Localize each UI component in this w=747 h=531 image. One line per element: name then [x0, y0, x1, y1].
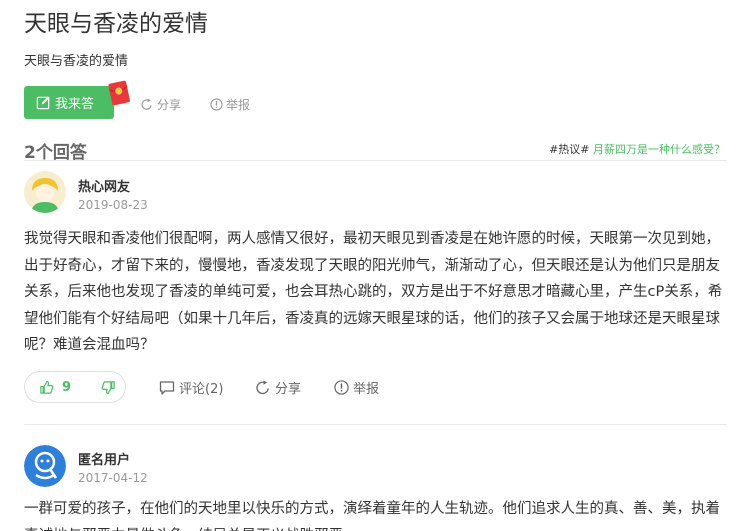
red-envelope-icon[interactable] [106, 78, 132, 106]
answer-button-label: 我来答 [55, 97, 95, 112]
share-icon [256, 380, 271, 395]
avatar[interactable] [24, 171, 66, 213]
answer-share-label: 分享 [275, 382, 302, 397]
answer-2-username[interactable]: 匿名用户 [78, 449, 130, 468]
comment-label: 评论(2) [179, 382, 224, 397]
question-title: 天眼与香凌的爱情 [24, 11, 208, 37]
answer-2-text: 一群可爱的孩子，在他们的天地里以快乐的方式，演绎着童年的人生轨迹。他们追求人生的… [24, 501, 720, 531]
report-icon [334, 380, 349, 395]
answer-1-date: 2019-08-23 [78, 198, 148, 212]
like-count: 9 [62, 379, 72, 395]
question-report-button[interactable]: 举报 [210, 96, 250, 113]
answer-share-button[interactable]: 分享 [256, 378, 301, 397]
answer-1-text: 我觉得天眼和香凌他们很配啊，两人感情又很好，最初天眼见到香凌是在她许愿的时候，天… [24, 231, 723, 353]
answer-report-label: 举报 [353, 382, 380, 397]
anonymous-avatar[interactable] [24, 445, 66, 487]
question-share-button[interactable]: 分享 [141, 96, 181, 113]
report-icon [210, 98, 223, 111]
hot-topic[interactable]: #热议# 月薪四万是一种什么感受？ [549, 141, 725, 157]
dislike-icon[interactable] [101, 380, 116, 395]
answer-report-button[interactable]: 举报 [334, 378, 379, 397]
question-report-label: 举报 [226, 98, 251, 112]
answer-button[interactable]: 我来答 [24, 86, 114, 119]
question-description: 天眼与香凌的爱情 [24, 54, 129, 69]
question-share-label: 分享 [157, 98, 182, 112]
hot-topic-link[interactable]: 月薪四万是一种什么感受？ [593, 143, 725, 156]
comment-icon [159, 380, 175, 396]
comment-button[interactable]: 评论(2) [159, 378, 223, 397]
answer-2-date: 2017-04-12 [78, 471, 148, 485]
answer-1-username[interactable]: 热心网友 [78, 176, 130, 195]
hot-topic-tag: #热议# [549, 143, 590, 156]
answer-divider [24, 424, 727, 425]
edit-icon [36, 95, 51, 110]
like-icon[interactable] [39, 380, 54, 395]
header-divider [24, 160, 727, 161]
vote-box: 9 [24, 371, 126, 403]
share-icon [141, 98, 154, 111]
